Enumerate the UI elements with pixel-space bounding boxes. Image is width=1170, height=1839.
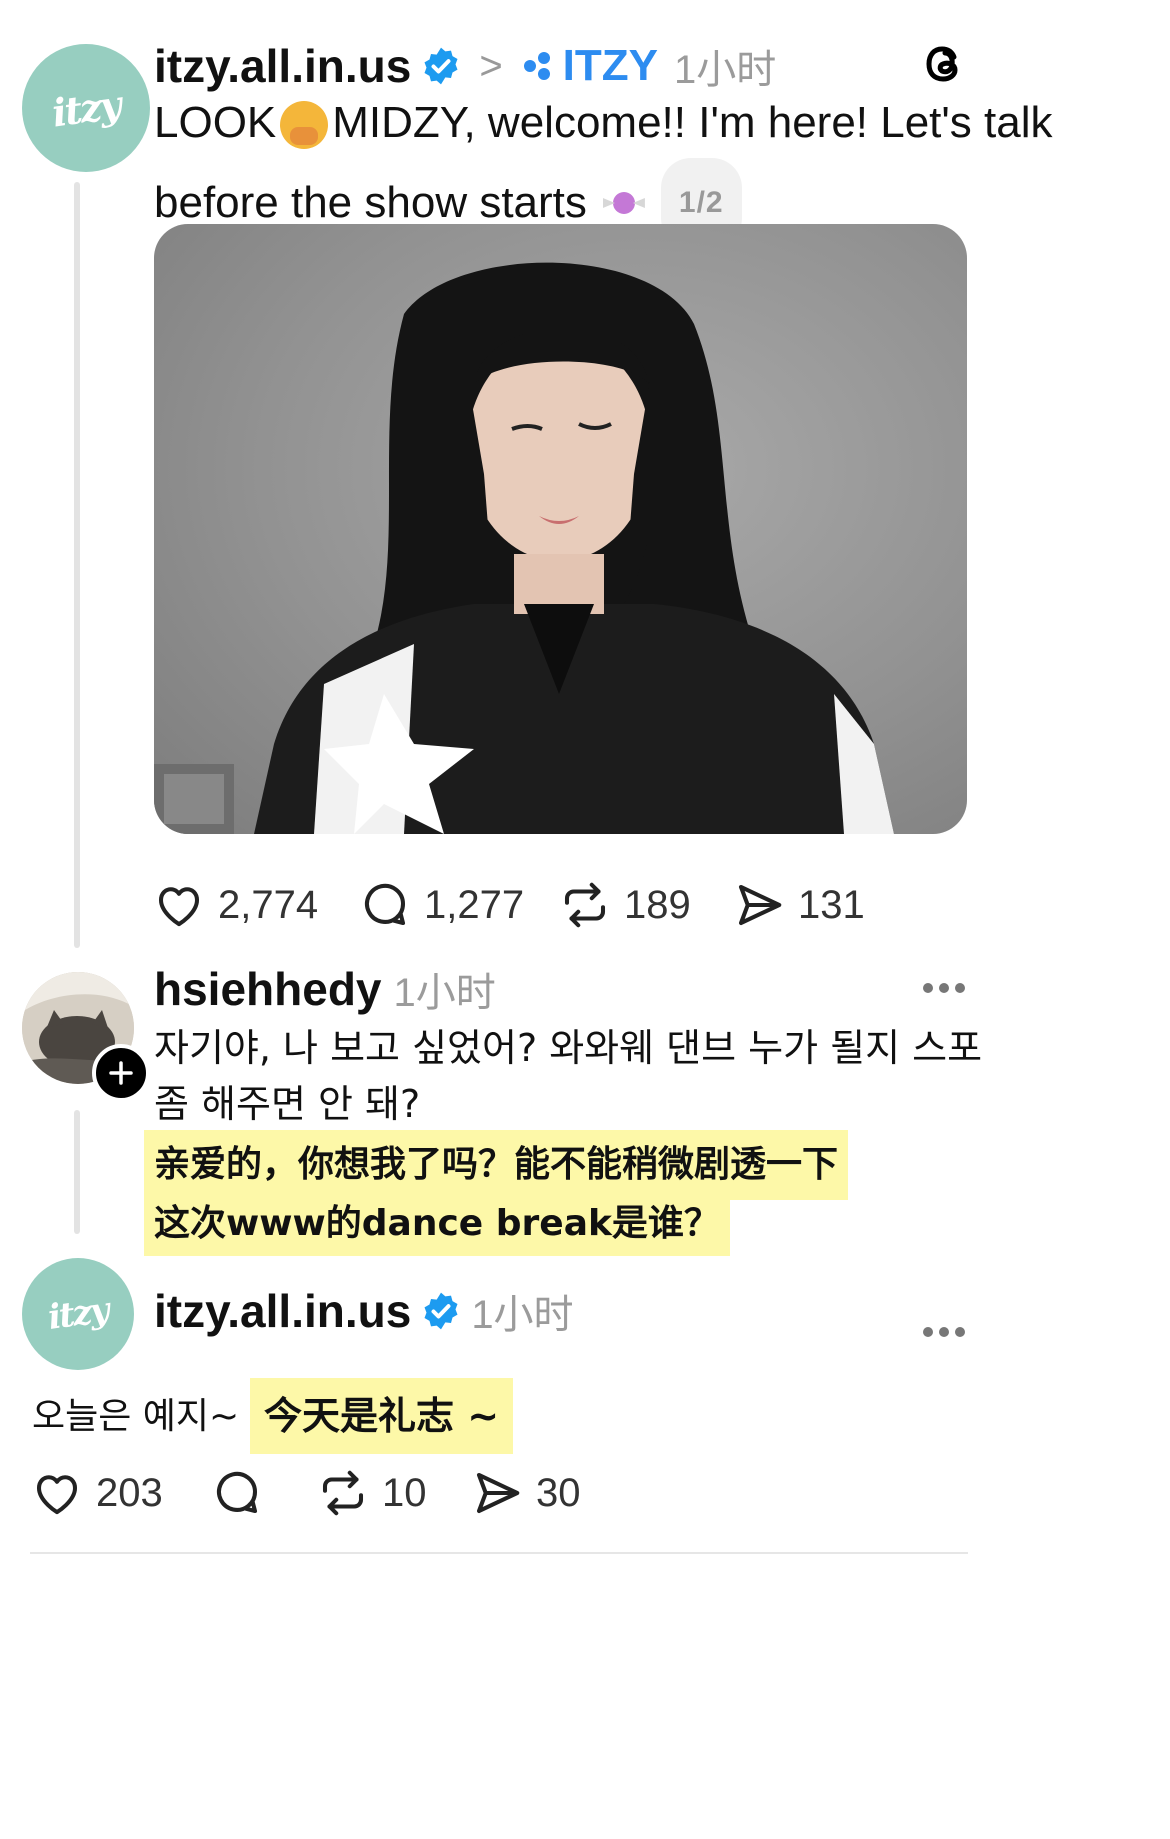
post-username[interactable]: itzy.all.in.us [154,39,411,93]
share-count: 30 [536,1470,581,1515]
verified-icon [424,1292,458,1330]
community-link[interactable]: ITZY [521,41,658,91]
chevron-right-icon: > [479,43,503,88]
comment-button[interactable] [210,1466,264,1520]
repost-count: 10 [382,1470,427,1515]
candy-emoji [602,188,645,218]
reply2-time: 1小时 [471,1293,574,1337]
more-icon [923,1327,965,1337]
repost-icon [564,882,606,928]
share-count: 131 [798,882,865,927]
community-dots-icon [523,52,550,80]
heart-icon [36,1475,78,1515]
like-count: 203 [96,1470,163,1515]
share-icon [476,1472,520,1514]
reply1-username[interactable]: hsiehhedy [154,962,382,1016]
reply2-header: itzy.all.in.us 1小时 [154,1284,574,1338]
like-count: 2,774 [218,882,319,927]
more-icon [923,983,965,993]
community-name: ITZY [562,41,658,90]
like-button[interactable]: 203 [30,1466,163,1520]
reply2-avatar[interactable]: itzy [22,1258,134,1370]
comment-icon [365,883,406,926]
avatar-logo-text: itzy [45,1290,111,1338]
reply1-text-line-1: 자기야, 나 보고 싶었어? 와와웨 댄브 누가 될지 스포 [154,1026,983,1070]
repost-count: 189 [624,882,691,927]
divider [30,1552,968,1554]
post-time: 1小时 [674,48,777,92]
repost-icon [322,1470,364,1516]
reply2-translation: 今天是礼志 ~ [250,1378,514,1454]
post-text-line-1: LOOK MIDZY, welcome!! I'm here! Let's tal… [154,88,1053,158]
threads-icon[interactable] [920,40,968,88]
photo-illustration [154,262,894,834]
reply1-text-line-2: 좀 해주면 안 돼? [154,1082,421,1126]
reply1-translation-line-2: 这次www的dance break是谁？ [144,1192,730,1256]
face-with-hand-emoji [280,101,329,150]
share-button[interactable]: 131 [732,878,865,932]
like-button[interactable]: 2,774 [152,878,318,932]
post-header: itzy.all.in.us > ITZY 1小时 [154,36,776,96]
comment-count: 1,277 [424,882,525,927]
reply2-username[interactable]: itzy.all.in.us [154,1284,411,1338]
reply1-more-button[interactable] [922,960,966,1005]
reply2-text: 오늘은 예지~ [32,1396,240,1437]
repost-button[interactable]: 189 [558,878,691,932]
follow-plus-icon [109,1061,133,1085]
author-avatar[interactable]: itzy [22,44,150,172]
reply1-translation-line-1: 亲爱的，你想我了吗？能不能稍微剧透一下 [144,1130,849,1200]
reply-thread-line [74,1110,80,1234]
thread-line [74,182,80,948]
reply1-body: 자기야, 나 보고 싶었어? 와와웨 댄브 누가 될지 스포 좀 해주면 안 돼… [154,1020,983,1132]
comment-button[interactable]: 1,277 [358,878,524,932]
share-button[interactable]: 30 [470,1466,581,1520]
reply2-more-button[interactable] [922,1304,966,1349]
repost-button[interactable]: 10 [316,1466,427,1520]
follow-button[interactable] [92,1044,150,1102]
heart-icon [158,887,200,927]
comment-icon [217,1471,258,1514]
avatar-logo-text: itzy [49,81,123,135]
share-icon [738,884,782,926]
verified-icon [424,47,458,85]
post-photo[interactable] [154,224,967,834]
reply1-time: 1小时 [393,971,496,1015]
reply2-metrics: 203 10 30 [30,1466,630,1526]
reply1-header: hsiehhedy 1小时 [154,962,496,1016]
post-metrics: 2,774 1,277 189 131 [152,878,972,938]
